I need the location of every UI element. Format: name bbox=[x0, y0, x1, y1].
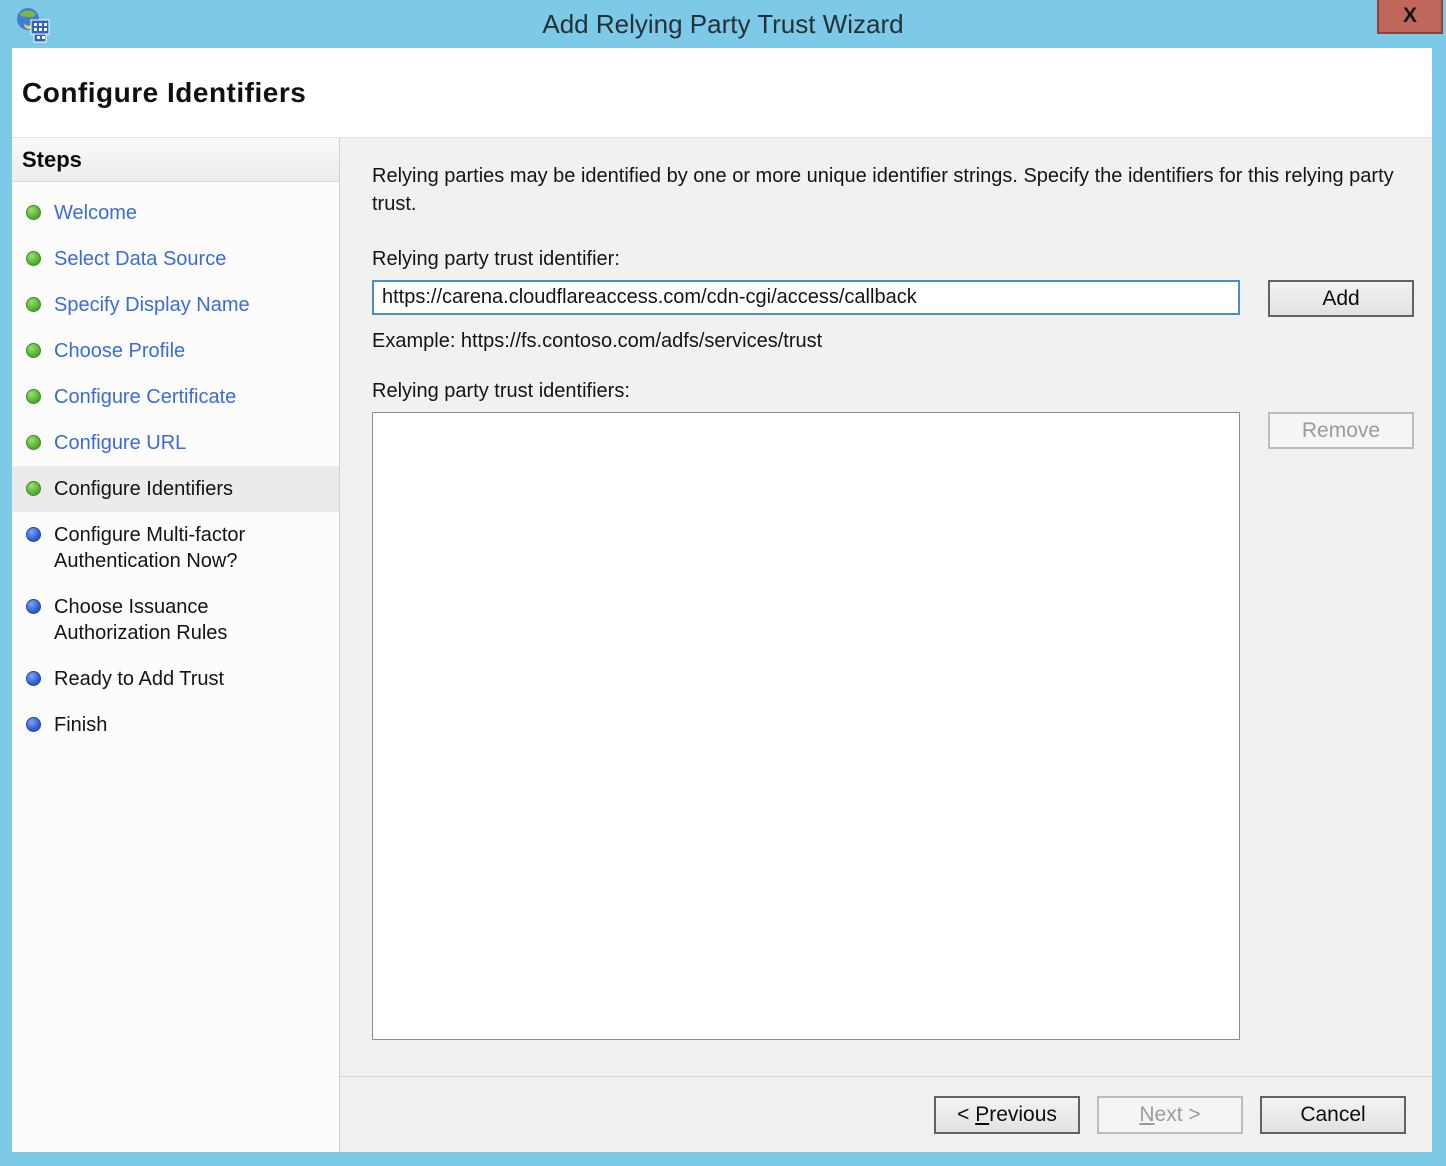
sidebar-item-label: Choose Profile bbox=[54, 338, 185, 364]
page-description: Relying parties may be identified by one… bbox=[372, 162, 1407, 218]
identifiers-listbox[interactable] bbox=[372, 412, 1240, 1040]
page-header: Configure Identifiers bbox=[12, 48, 1432, 138]
sidebar-item-label: Configure URL bbox=[54, 430, 186, 456]
steps-heading: Steps bbox=[12, 138, 339, 182]
sidebar-item-configure-multi-factor-authentication-now: Configure Multi-factor Authentication No… bbox=[12, 512, 339, 584]
completed-step-dot-icon bbox=[26, 297, 41, 312]
window-title: Add Relying Party Trust Wizard bbox=[542, 9, 903, 40]
steps-sidebar: Steps Welcome Select Data Source Specify D… bbox=[12, 138, 340, 1152]
example-text: Example: https://fs.contoso.com/adfs/ser… bbox=[372, 330, 1414, 353]
sidebar-item-choose-profile[interactable]: Choose Profile bbox=[12, 328, 339, 374]
adfs-app-icon bbox=[14, 6, 52, 44]
upcoming-step-dot-icon bbox=[26, 671, 41, 686]
sidebar-item-label: Choose Issuance Authorization Rules bbox=[54, 594, 327, 646]
cancel-button[interactable]: Cancel bbox=[1260, 1096, 1406, 1134]
sidebar-item-configure-identifiers: Configure Identifiers bbox=[12, 466, 339, 512]
sidebar-item-label: Select Data Source bbox=[54, 246, 226, 272]
sidebar-item-ready-to-add-trust: Ready to Add Trust bbox=[12, 656, 339, 702]
upcoming-step-dot-icon bbox=[26, 717, 41, 732]
content-area: Relying parties may be identified by one… bbox=[340, 138, 1432, 1152]
upcoming-step-dot-icon bbox=[26, 599, 41, 614]
remove-button[interactable]: Remove bbox=[1268, 412, 1414, 449]
identifiers-list-label: Relying party trust identifiers: bbox=[372, 380, 1414, 403]
completed-step-dot-icon bbox=[26, 435, 41, 450]
completed-step-dot-icon bbox=[26, 343, 41, 358]
sidebar-item-label: Ready to Add Trust bbox=[54, 666, 224, 692]
sidebar-item-configure-certificate[interactable]: Configure Certificate bbox=[12, 374, 339, 420]
completed-step-dot-icon bbox=[26, 389, 41, 404]
identifier-input[interactable] bbox=[372, 280, 1240, 315]
sidebar-item-configure-url[interactable]: Configure URL bbox=[12, 420, 339, 466]
add-button[interactable]: Add bbox=[1268, 280, 1414, 317]
sidebar-item-specify-display-name[interactable]: Specify Display Name bbox=[12, 282, 339, 328]
sidebar-item-select-data-source[interactable]: Select Data Source bbox=[12, 236, 339, 282]
titlebar: Add Relying Party Trust Wizard X bbox=[0, 0, 1446, 48]
identifier-label: Relying party trust identifier: bbox=[372, 248, 1414, 271]
sidebar-item-label: Specify Display Name bbox=[54, 292, 250, 318]
completed-step-dot-icon bbox=[26, 205, 41, 220]
wizard-dialog: Configure Identifiers Steps Welcome Selec… bbox=[12, 48, 1432, 1152]
previous-button[interactable]: < Previous bbox=[934, 1096, 1080, 1134]
steps-list: Welcome Select Data Source Specify Display… bbox=[12, 182, 339, 748]
sidebar-item-finish: Finish bbox=[12, 702, 339, 748]
sidebar-item-label: Configure Certificate bbox=[54, 384, 236, 410]
sidebar-item-label: Configure Multi-factor Authentication No… bbox=[54, 522, 327, 574]
sidebar-item-label: Finish bbox=[54, 712, 107, 738]
sidebar-item-label: Welcome bbox=[54, 200, 137, 226]
footer-button-bar: < Previous Next > Cancel bbox=[340, 1076, 1432, 1152]
upcoming-step-dot-icon bbox=[26, 527, 41, 542]
sidebar-item-choose-issuance-authorization-rules: Choose Issuance Authorization Rules bbox=[12, 584, 339, 656]
completed-step-dot-icon bbox=[26, 251, 41, 266]
page-title: Configure Identifiers bbox=[22, 77, 306, 109]
close-button[interactable]: X bbox=[1377, 0, 1443, 34]
sidebar-item-label: Configure Identifiers bbox=[54, 476, 233, 502]
completed-step-dot-icon bbox=[26, 481, 41, 496]
next-button[interactable]: Next > bbox=[1097, 1096, 1243, 1134]
sidebar-item-welcome[interactable]: Welcome bbox=[12, 190, 339, 236]
